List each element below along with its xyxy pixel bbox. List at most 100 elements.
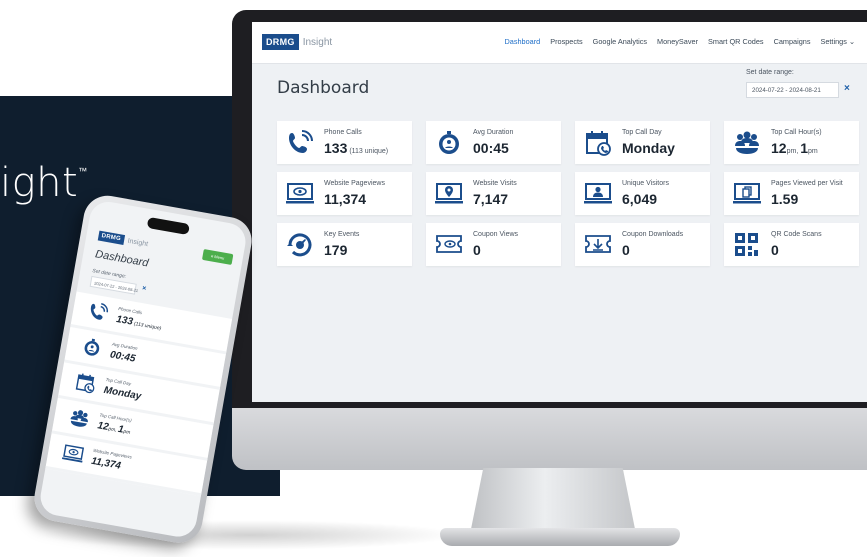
desktop-stat-card-website-visits[interactable]: Website Visits 7,147 — [426, 172, 561, 215]
nav-link-moneysaver[interactable]: MoneySaver — [657, 37, 698, 46]
stat-number: 0 — [473, 242, 481, 258]
desktop-stat-card-top-call-day[interactable]: Top Call Day Monday — [575, 121, 710, 164]
stat-value: 133 (113 unique) — [324, 140, 388, 156]
mobile-page-title: Dashboard — [94, 248, 150, 270]
desktop-stat-card-key-events[interactable]: Key Events 179 — [277, 223, 412, 266]
stat-value: 11,374 — [324, 191, 366, 207]
qr-code-icon — [732, 232, 762, 258]
stat-value: 179 — [324, 242, 347, 258]
stat-number: 179 — [324, 242, 348, 258]
users-phone-icon — [67, 407, 92, 431]
app-logo[interactable]: DRMG Insight — [262, 34, 332, 50]
stat-label: Avg Duration — [473, 129, 514, 136]
nav-link-dashboard[interactable]: Dashboard — [505, 37, 541, 46]
desktop-stat-card-pages-viewed-per-visit[interactable]: Pages Viewed per Visit 1.59 — [724, 172, 859, 215]
key-event-icon — [285, 232, 315, 258]
nav-link-smart-qr-codes[interactable]: Smart QR Codes — [708, 37, 764, 46]
stat-value: 6,049 — [622, 191, 657, 207]
mobile-date-range-input[interactable]: 2024-07-22 - 2024-08-21 — [89, 275, 139, 295]
stat-number: 11,374 — [90, 455, 122, 472]
hour-unit: pm — [786, 148, 797, 155]
stat-label: QR Code Scans — [771, 231, 822, 238]
mobile-menu-button[interactable]: ≡ Menu — [201, 248, 234, 266]
trademark-mark: ™ — [78, 167, 88, 177]
stat-number: 00:45 — [109, 349, 137, 365]
dynamic-island — [146, 216, 190, 236]
stat-value: 7,147 — [473, 191, 508, 207]
phone-icon — [86, 301, 111, 325]
stat-suffix: (113 unique) — [133, 321, 162, 332]
desktop-stat-card-avg-duration[interactable]: Avg Duration 00:45 — [426, 121, 561, 164]
monitor-user-icon — [583, 181, 613, 207]
desktop-stat-card-unique-visitors[interactable]: Unique Visitors 6,049 — [575, 172, 710, 215]
monitor-chin — [232, 408, 867, 470]
desktop-stat-card-phone-calls[interactable]: Phone Calls 133 (113 unique) — [277, 121, 412, 164]
brand-wordmark-text: ight — [0, 160, 79, 206]
stat-value: 0 — [771, 242, 779, 258]
mobile-clear-date-icon[interactable]: × — [141, 285, 146, 293]
stat-number: Monday — [102, 384, 142, 403]
desktop-stat-card-website-pageviews[interactable]: Website Pageviews 11,374 — [277, 172, 412, 215]
users-phone-icon — [732, 130, 762, 156]
desktop-stat-card-coupon-views[interactable]: Coupon Views 0 — [426, 223, 561, 266]
nav-link-prospects[interactable]: Prospects — [550, 37, 582, 46]
stat-value: 0 — [622, 242, 630, 258]
page-title: Dashboard — [277, 78, 370, 98]
hour-number: 12 — [771, 140, 787, 156]
top-navigation-bar: DRMG Insight Dashboard Prospects Google An… — [252, 22, 867, 64]
stopwatch-icon — [79, 336, 104, 360]
nav-link-google-analytics[interactable]: Google Analytics — [593, 37, 647, 46]
stat-number: 11,374 — [324, 191, 367, 207]
mobile-stats-list: Phone Calls 133 (113 unique) Avg Duration 0… — [45, 291, 233, 497]
stat-label: Key Events — [324, 231, 360, 238]
stat-label: Top Call Day — [622, 129, 662, 136]
nav-links: Dashboard Prospects Google Analytics MoneyS… — [505, 37, 855, 46]
marketing-composite: ight™ DRMG Insight Dashboard Prospects Goo… — [0, 0, 867, 557]
desktop-stat-card-top-call-hour-s[interactable]: Top Call Hour(s) 12pm, 1pm — [724, 121, 859, 164]
stat-label: Website Pageviews — [324, 180, 385, 187]
stat-number: 0 — [622, 242, 630, 258]
brand-wordmark: ight™ — [0, 160, 88, 206]
clear-date-icon[interactable]: × — [844, 83, 850, 94]
stat-label: Unique Visitors — [622, 180, 669, 187]
desktop-stat-card-coupon-downloads[interactable]: Coupon Downloads 0 — [575, 223, 710, 266]
stat-number: 1.59 — [771, 191, 799, 207]
mobile-logo-text: Insight — [127, 237, 149, 248]
nav-link-settings[interactable]: Settings ⌄ — [820, 37, 855, 46]
mobile-logo-mark: DRMG — [97, 230, 125, 245]
desktop-screen: DRMG Insight Dashboard Prospects Google An… — [252, 22, 867, 402]
monitor-eye-icon — [285, 181, 315, 207]
hour-number: 1 — [800, 140, 808, 156]
mobile-app-logo[interactable]: DRMG Insight — [97, 230, 149, 250]
phone-icon — [285, 130, 315, 156]
stat-value: Monday — [622, 140, 675, 156]
stopwatch-icon — [434, 130, 464, 156]
stat-number: Monday — [622, 140, 675, 156]
stat-number: 0 — [771, 242, 779, 258]
desktop-stat-card-qr-code-scans[interactable]: QR Code Scans 0 — [724, 223, 859, 266]
stat-label: Coupon Views — [473, 231, 519, 238]
stat-label: Phone Calls — [324, 129, 362, 136]
coupon-download-icon — [583, 232, 613, 258]
logo-text: Insight — [302, 36, 333, 48]
stat-label: Pages Viewed per Visit — [771, 180, 843, 187]
date-range-input[interactable]: 2024-07-22 - 2024-08-21 — [746, 82, 839, 98]
calendar-phone-icon — [73, 372, 98, 396]
stat-value: 11,374 — [90, 456, 121, 472]
stat-label: Website Visits — [473, 180, 517, 187]
hour-unit: pm — [122, 428, 131, 436]
stat-value: 12pm, 1pm — [771, 140, 818, 156]
nav-link-campaigns[interactable]: Campaigns — [774, 37, 811, 46]
stat-value: Monday — [103, 385, 142, 402]
stat-label: Top Call Hour(s) — [771, 129, 822, 136]
stat-number: 6,049 — [622, 191, 658, 207]
logo-mark: DRMG — [262, 34, 299, 50]
monitor-pages-icon — [732, 181, 762, 207]
monitor-eye-icon — [61, 443, 86, 467]
stat-number: 133 — [115, 313, 134, 328]
stat-number: 00:45 — [473, 140, 509, 156]
monitor-stand-foot — [440, 528, 680, 546]
stat-value: 0 — [473, 242, 481, 258]
stats-grid: Phone Calls 133 (113 unique) Avg Duration 0… — [277, 121, 860, 266]
stat-value: 12pm, 1pm — [96, 420, 131, 436]
